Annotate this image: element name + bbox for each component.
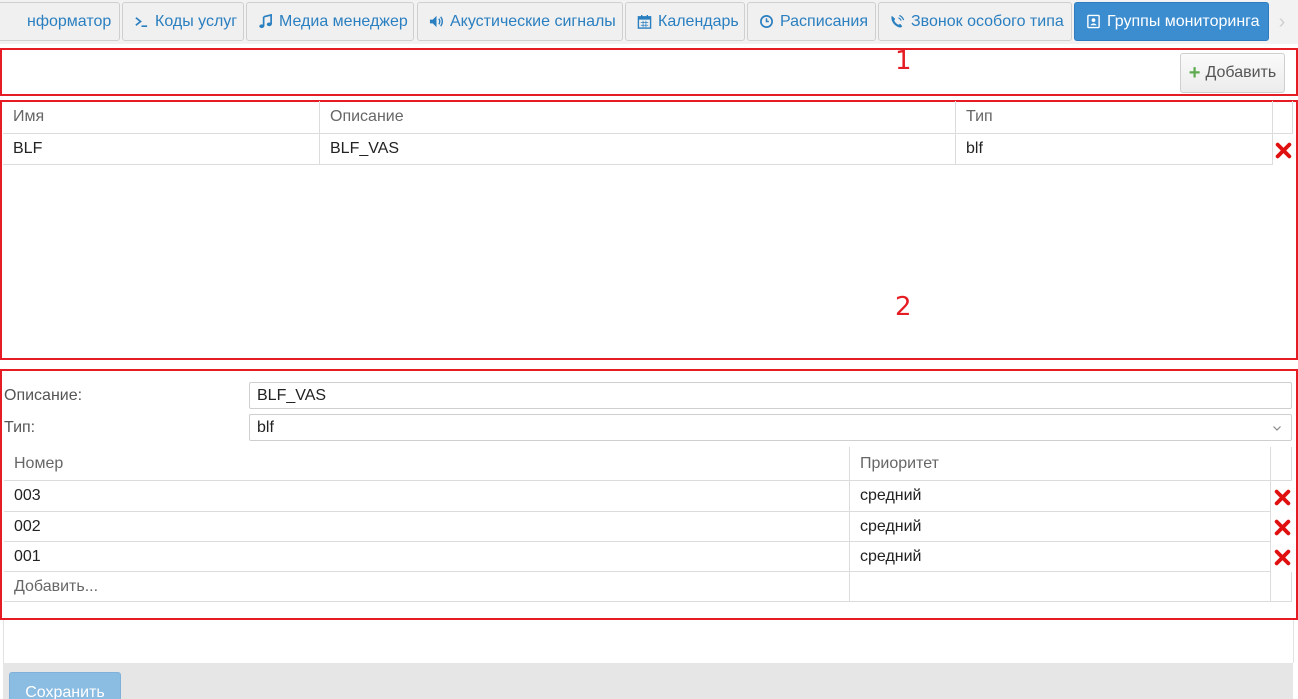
- tab-label: Коды услуг: [155, 12, 238, 30]
- cell-description[interactable]: BLF_VAS: [320, 134, 956, 165]
- cell-name[interactable]: BLF: [3, 134, 320, 165]
- tab-label: Акустические сигналы: [450, 12, 616, 30]
- volume-icon: [428, 14, 444, 30]
- tab-label: нформатор: [27, 12, 112, 30]
- panel-border: [1293, 620, 1294, 663]
- delete-icon[interactable]: [1272, 487, 1292, 507]
- column-header-actions: [1273, 101, 1293, 134]
- tab-media-manager[interactable]: Медиа менеджер: [246, 2, 414, 41]
- terminal-icon: [133, 14, 149, 30]
- tab-label: Медиа менеджер: [279, 12, 408, 30]
- cell-priority[interactable]: средний: [850, 481, 1271, 512]
- delete-icon[interactable]: [1272, 517, 1292, 537]
- annotation-label-1: 1: [895, 46, 912, 76]
- tab-schedules[interactable]: Расписания: [747, 2, 876, 41]
- add-member-priority-cell[interactable]: [850, 572, 1271, 602]
- column-header-priority[interactable]: Приоритет: [850, 447, 1271, 481]
- tab-monitoring-groups[interactable]: Группы мониторинга: [1074, 2, 1269, 41]
- chevron-down-icon: [1273, 426, 1281, 431]
- add-button[interactable]: + Добавить: [1180, 53, 1285, 93]
- description-input[interactable]: BLF_VAS: [249, 382, 1292, 409]
- contact-card-icon: [1085, 14, 1101, 30]
- tab-service-codes[interactable]: Коды услуг: [122, 2, 244, 41]
- column-header-description[interactable]: Описание: [320, 101, 956, 134]
- description-label: Описание:: [4, 387, 83, 404]
- cell-type[interactable]: blf: [956, 134, 1273, 165]
- scroll-right-icon[interactable]: ›: [1272, 0, 1292, 44]
- save-button[interactable]: Сохранить: [9, 672, 121, 699]
- type-label: Тип:: [4, 419, 36, 436]
- annotation-label-2: 2: [895, 292, 912, 322]
- plus-icon: +: [1188, 62, 1201, 84]
- calendar-icon: [636, 14, 652, 30]
- tab-calendar[interactable]: Календарь: [625, 2, 745, 41]
- phone-volume-icon: [889, 14, 905, 30]
- tab-acoustic-signals[interactable]: Акустические сигналы: [417, 2, 623, 41]
- column-header-name[interactable]: Имя: [3, 101, 320, 134]
- footer-bar: [3, 663, 1293, 699]
- column-header-actions: [1271, 447, 1292, 481]
- add-member-actions-cell: [1271, 572, 1292, 602]
- column-header-type[interactable]: Тип: [956, 101, 1273, 134]
- panel-border: [3, 620, 4, 663]
- tab-label: Группы мониторинга: [1107, 12, 1260, 30]
- column-header-number[interactable]: Номер: [4, 447, 850, 481]
- music-icon: [257, 14, 273, 30]
- delete-icon[interactable]: [1272, 547, 1292, 567]
- tab-bar: ‹ нформатор Коды услуг Медиа менеджер Ак…: [0, 0, 1298, 44]
- delete-icon[interactable]: [1273, 140, 1293, 160]
- type-select-value: blf: [257, 418, 274, 436]
- add-member-input[interactable]: Добавить...: [4, 572, 850, 602]
- cell-priority[interactable]: средний: [850, 542, 1271, 572]
- tab-informator[interactable]: нформатор: [0, 2, 120, 41]
- cell-number[interactable]: 003: [4, 481, 850, 512]
- add-button-label: Добавить: [1205, 64, 1277, 81]
- tab-special-call[interactable]: Звонок особого типа: [878, 2, 1072, 41]
- type-select[interactable]: blf: [249, 414, 1292, 441]
- clock-icon: [758, 14, 774, 30]
- cell-priority[interactable]: средний: [850, 512, 1271, 542]
- cell-number[interactable]: 001: [4, 542, 850, 572]
- annotation-box-1: [0, 48, 1298, 96]
- tab-label: Календарь: [658, 12, 739, 30]
- cell-number[interactable]: 002: [4, 512, 850, 542]
- tab-label: Звонок особого типа: [911, 12, 1064, 30]
- tab-label: Расписания: [780, 12, 868, 30]
